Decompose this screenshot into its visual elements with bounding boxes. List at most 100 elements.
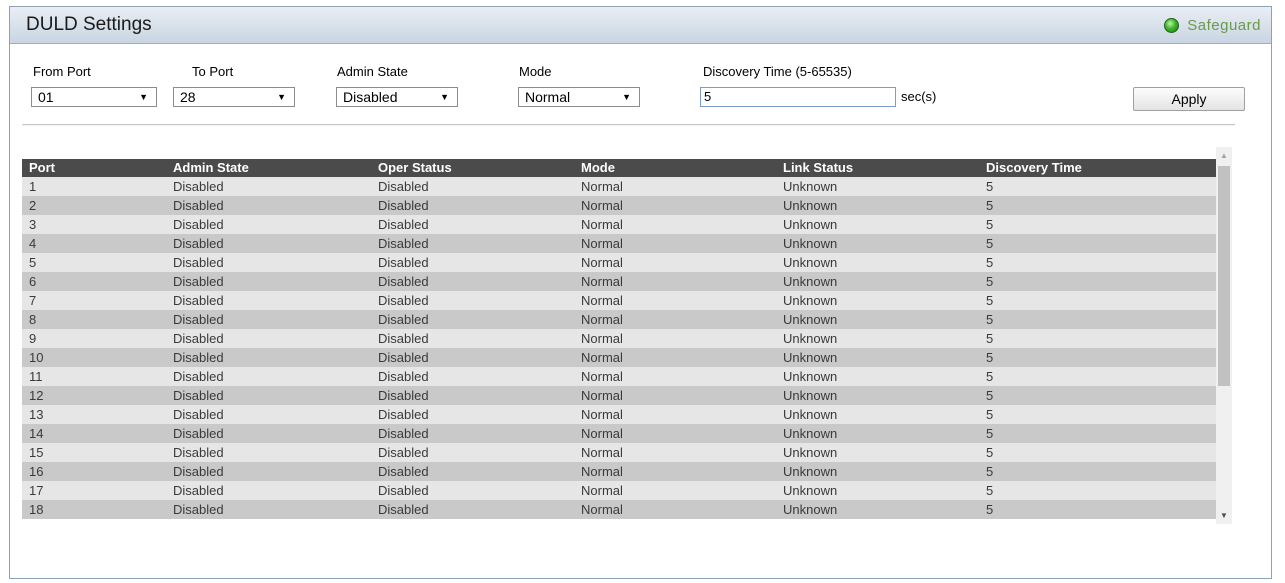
apply-button[interactable]: Apply [1133,87,1245,111]
cell-mode: Normal [581,388,623,403]
table-row: 13 Disabled Disabled Normal Unknown 5 [22,405,1216,424]
cell-link-status: Unknown [783,331,838,346]
cell-port: 18 [29,502,44,517]
safeguard-status-icon [1164,17,1180,33]
mode-select[interactable]: Normal ▼ [518,87,640,107]
cell-port: 11 [29,369,43,384]
cell-discovery-time: 5 [986,483,994,498]
table-row: 7 Disabled Disabled Normal Unknown 5 [22,291,1216,310]
cell-admin-state: Disabled [173,388,224,403]
cell-discovery-time: 5 [986,198,994,213]
cell-oper-status: Disabled [378,255,429,270]
cell-discovery-time: 5 [986,445,994,460]
divider [22,124,1235,126]
table-row: 2 Disabled Disabled Normal Unknown 5 [22,196,1216,215]
table-row: 10 Disabled Disabled Normal Unknown 5 [22,348,1216,367]
cell-mode: Normal [581,274,623,289]
discovery-time-label: Discovery Time (5-65535) [703,64,852,79]
column-header-admin-state: Admin State [173,160,249,175]
column-header-discovery-time: Discovery Time [986,160,1082,175]
cell-admin-state: Disabled [173,445,224,460]
chevron-down-icon: ▼ [277,92,286,102]
table-row: 14 Disabled Disabled Normal Unknown 5 [22,424,1216,443]
cell-port: 4 [29,236,37,251]
table-header-row: Port Admin State Oper Status Mode Link S… [22,159,1216,177]
cell-discovery-time: 5 [986,350,994,365]
column-header-link-status: Link Status [783,160,854,175]
cell-link-status: Unknown [783,179,838,194]
cell-mode: Normal [581,502,623,517]
cell-link-status: Unknown [783,350,838,365]
cell-admin-state: Disabled [173,274,224,289]
from-port-value: 01 [38,89,54,105]
cell-link-status: Unknown [783,407,838,422]
column-header-mode: Mode [581,160,615,175]
cell-oper-status: Disabled [378,388,429,403]
table-row: 8 Disabled Disabled Normal Unknown 5 [22,310,1216,329]
safeguard-label: Safeguard [1187,16,1261,34]
scrollbar-thumb[interactable] [1218,166,1230,386]
cell-discovery-time: 5 [986,407,994,422]
cell-link-status: Unknown [783,426,838,441]
cell-admin-state: Disabled [173,179,224,194]
cell-link-status: Unknown [783,312,838,327]
cell-link-status: Unknown [783,369,838,384]
from-port-select[interactable]: 01 ▼ [31,87,157,107]
scroll-up-arrow-icon[interactable]: ▲ [1216,147,1232,164]
cell-link-status: Unknown [783,236,838,251]
cell-port: 14 [29,426,44,441]
cell-link-status: Unknown [783,445,838,460]
cell-discovery-time: 5 [986,274,994,289]
cell-admin-state: Disabled [173,483,224,498]
cell-admin-state: Disabled [173,217,224,232]
mode-value: Normal [525,89,571,105]
table-row: 17 Disabled Disabled Normal Unknown 5 [22,481,1216,500]
cell-oper-status: Disabled [378,464,429,479]
cell-oper-status: Disabled [378,236,429,251]
cell-admin-state: Disabled [173,255,224,270]
cell-port: 16 [29,464,44,479]
cell-port: 13 [29,407,44,422]
cell-admin-state: Disabled [173,198,224,213]
cell-mode: Normal [581,217,623,232]
cell-link-status: Unknown [783,217,838,232]
cell-discovery-time: 5 [986,179,994,194]
cell-port: 8 [29,312,37,327]
cell-mode: Normal [581,483,623,498]
safeguard-indicator[interactable]: Safeguard [1164,15,1261,35]
cell-oper-status: Disabled [378,331,429,346]
scroll-down-arrow-icon[interactable]: ▼ [1216,507,1232,524]
cell-port: 2 [29,198,37,213]
cell-port: 15 [29,445,44,460]
cell-discovery-time: 5 [986,217,994,232]
cell-mode: Normal [581,464,623,479]
cell-mode: Normal [581,198,623,213]
cell-port: 1 [29,179,37,194]
cell-link-status: Unknown [783,483,838,498]
cell-link-status: Unknown [783,464,838,479]
cell-oper-status: Disabled [378,312,429,327]
table-row: 5 Disabled Disabled Normal Unknown 5 [22,253,1216,272]
cell-port: 3 [29,217,37,232]
cell-port: 5 [29,255,37,270]
cell-port: 12 [29,388,44,403]
discovery-time-input[interactable]: 5 [700,87,896,107]
to-port-select[interactable]: 28 ▼ [173,87,295,107]
cell-oper-status: Disabled [378,502,429,517]
cell-port: 7 [29,293,37,308]
title-bar: DULD Settings Safeguard [10,7,1271,44]
cell-port: 10 [29,350,44,365]
cell-admin-state: Disabled [173,293,224,308]
table-row: 3 Disabled Disabled Normal Unknown 5 [22,215,1216,234]
cell-oper-status: Disabled [378,445,429,460]
cell-oper-status: Disabled [378,369,429,384]
admin-state-select[interactable]: Disabled ▼ [336,87,458,107]
cell-oper-status: Disabled [378,483,429,498]
cell-link-status: Unknown [783,388,838,403]
cell-admin-state: Disabled [173,350,224,365]
cell-admin-state: Disabled [173,236,224,251]
chevron-down-icon: ▼ [440,92,449,102]
table-row: 9 Disabled Disabled Normal Unknown 5 [22,329,1216,348]
table-scrollbar[interactable]: ▲ ▼ [1216,147,1232,524]
to-port-label: To Port [192,64,234,79]
